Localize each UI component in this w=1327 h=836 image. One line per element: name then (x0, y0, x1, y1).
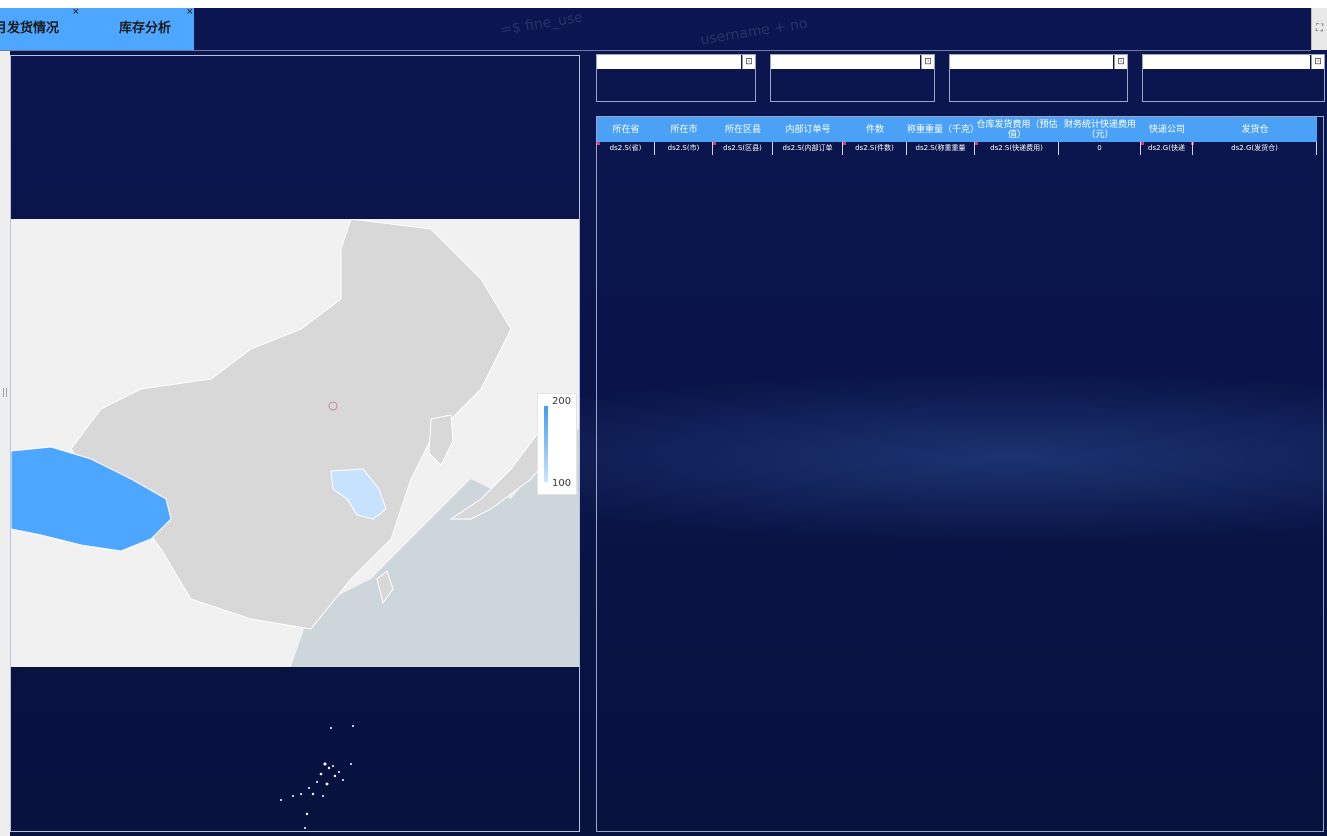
filter-box-4: ⊡ (1142, 54, 1325, 102)
watermark: =$ fine_use (499, 9, 584, 39)
top-strip (0, 0, 1327, 8)
korea (428, 414, 454, 466)
tab-monthly-shipping[interactable]: 月发货情况 × (0, 8, 96, 50)
watermark: username + no (699, 15, 809, 49)
south-china-sea-islands (280, 725, 354, 829)
china-map[interactable]: 200 100 (11, 219, 579, 667)
column-header[interactable]: 所在区县 (713, 117, 773, 142)
table-cell: ds2.S(件数) (843, 142, 907, 155)
table-cell: ds2.S(省) (597, 142, 655, 155)
table-cell: ds2.S(快递费用) (975, 142, 1059, 155)
filter-input[interactable] (771, 55, 920, 69)
column-header[interactable]: 所在省 (597, 117, 655, 142)
legend-gradient (544, 406, 548, 482)
filter-box-2: ⊡ (770, 54, 935, 102)
legend-min: 100 (552, 478, 572, 489)
table-cell: ds2.S(区县) (713, 142, 773, 155)
dropdown-icon[interactable]: ⊡ (921, 55, 934, 69)
column-header[interactable]: 发货仓 (1193, 117, 1317, 142)
fullscreen-icon[interactable]: ⛶ (1311, 8, 1327, 50)
tab-label: 库存分析 (118, 21, 171, 36)
tab-label: 月发货情况 (0, 21, 60, 36)
dropdown-icon[interactable]: ⊡ (742, 55, 755, 69)
left-gutter[interactable]: || (0, 8, 10, 836)
table-cell: 0 (1059, 142, 1141, 155)
legend-max: 200 (552, 396, 572, 407)
filter-box-1: ⊡ (596, 54, 756, 102)
close-icon[interactable]: × (186, 6, 194, 18)
column-header[interactable]: 内部订单号 (773, 117, 843, 142)
column-header[interactable]: 财务统计快递费用（元） (1059, 117, 1141, 142)
table-cell: ds2.G(快递 (1141, 142, 1193, 155)
resize-grip-icon[interactable]: || (2, 388, 8, 398)
map-svg (11, 219, 579, 667)
tab-bar: 月发货情况 × 库存分析 × =$ fine_use username + no (0, 6, 1311, 51)
dropdown-icon[interactable]: ⊡ (1114, 55, 1127, 69)
column-header[interactable]: 称重重量（千克） (907, 117, 979, 142)
filter-input[interactable] (1143, 55, 1310, 69)
table-header: 所在省 所在市 所在区县 内部订单号 件数 称重重量（千克） 仓库发货费用（预估… (597, 117, 1317, 142)
filter-input[interactable] (597, 55, 741, 69)
dropdown-icon[interactable]: ⊡ (1311, 55, 1324, 69)
column-header[interactable]: 所在市 (655, 117, 713, 142)
map-panel: 200 100 (10, 55, 580, 832)
table-cell: ds2.S(市) (655, 142, 713, 155)
column-header[interactable]: 快递公司 (1141, 117, 1193, 142)
map-legend: 200 100 (537, 393, 577, 495)
table-cell: ds2.S(内部订单 (773, 142, 843, 155)
table-row[interactable]: ds2.S(省) ds2.S(市) ds2.S(区县) ds2.S(内部订单 d… (597, 142, 1317, 155)
filter-input[interactable] (950, 55, 1113, 69)
shipment-table: 所在省 所在市 所在区县 内部订单号 件数 称重重量（千克） 仓库发货费用（预估… (596, 116, 1324, 832)
column-header[interactable]: 件数 (843, 117, 907, 142)
table-cell: ds2.S(称重重量 (907, 142, 975, 155)
table-cell: ds2.G(发货仓) (1193, 142, 1317, 155)
tab-inventory-analysis[interactable]: 库存分析 × (96, 6, 194, 50)
column-header[interactable]: 仓库发货费用（预估值） (975, 117, 1059, 142)
filter-box-3: ⊡ (949, 54, 1128, 102)
close-icon[interactable]: × (72, 8, 80, 18)
